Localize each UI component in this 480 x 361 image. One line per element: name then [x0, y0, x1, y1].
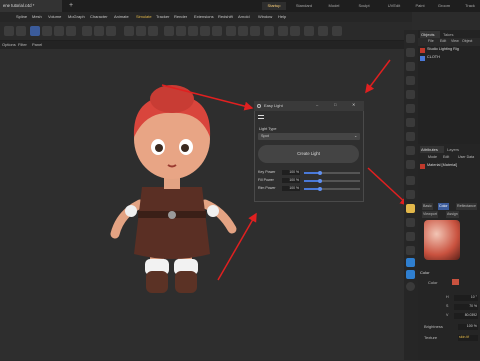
rim-power-label: Rim Power — [258, 186, 276, 190]
tab-takes[interactable]: Takes — [443, 31, 461, 38]
texture-icon[interactable] — [406, 246, 415, 255]
box-select-icon[interactable] — [406, 62, 415, 71]
paint-icon[interactable] — [406, 160, 415, 169]
object-item-cloth[interactable]: CLOTH — [427, 55, 440, 59]
objects-menu-edit[interactable]: Edit — [440, 39, 446, 43]
cloth-icon — [420, 56, 425, 61]
arrow-to-dialog — [161, 84, 254, 111]
key-power-label: Key Power — [258, 170, 276, 174]
key-power-slider-handle[interactable] — [318, 171, 322, 175]
objects-menu-file[interactable]: File — [428, 39, 434, 43]
hsv-label-s: S — [446, 304, 449, 308]
material-name: Material [Material] — [427, 163, 458, 167]
magnet-icon[interactable] — [406, 146, 415, 155]
texture-field[interactable]: skin.tif — [458, 335, 478, 341]
minimize-icon[interactable]: – — [316, 102, 318, 107]
hsv-label-v: V — [446, 313, 449, 317]
tab-objects[interactable]: Objects — [420, 31, 440, 38]
subtab-basic[interactable]: Basic — [422, 203, 433, 210]
subtab-assign[interactable]: Assign — [446, 211, 459, 218]
objects-menu-view[interactable]: View — [451, 39, 459, 43]
cursor-icon[interactable] — [406, 190, 415, 199]
attributes-menu-mode[interactable]: Mode — [428, 155, 437, 159]
light-type-value: Spot — [261, 134, 269, 138]
fill-power-label: Fill Power — [258, 178, 274, 182]
chevron-down-icon: ⌄ — [354, 133, 358, 138]
close-icon[interactable]: ✕ — [352, 102, 355, 107]
hamburger-menu-icon[interactable] — [258, 115, 264, 119]
hsv-value-s[interactable]: 70 % — [454, 304, 478, 310]
light-tool-icon[interactable] — [406, 204, 415, 213]
hsv-value-h[interactable]: 10 ° — [454, 295, 478, 301]
key-power-value[interactable]: 100 % — [282, 170, 300, 175]
rim-power-value[interactable]: 100 % — [282, 186, 300, 191]
arrow-down-alt-icon[interactable] — [406, 270, 415, 279]
material-preview — [424, 220, 460, 260]
tab-attributes[interactable]: Attributes — [420, 146, 444, 153]
hsv-label-h: H — [446, 295, 449, 299]
light-type-label: Light Type — [259, 127, 277, 131]
arrow-to-attributes — [367, 167, 410, 207]
brightness-label: Brightness — [424, 324, 443, 329]
tab-layers[interactable]: Layers — [447, 146, 465, 153]
knife-icon[interactable] — [406, 118, 415, 127]
light-type-select[interactable] — [258, 133, 360, 140]
create-light-button[interactable]: Create Light — [258, 145, 359, 163]
polygon-icon[interactable] — [406, 90, 415, 99]
subtab-viewport[interactable]: Viewport — [422, 211, 438, 218]
text-tool-icon[interactable] — [406, 104, 415, 113]
object-item-rig[interactable]: Studio Lighting Rig — [427, 47, 459, 51]
circle-icon[interactable] — [406, 282, 415, 291]
section-color: Color — [420, 270, 430, 275]
color-label: Color — [428, 280, 438, 285]
fill-power-value[interactable]: 100 % — [282, 178, 300, 183]
texture-label: Texture — [424, 335, 438, 340]
brush-icon[interactable] — [406, 132, 415, 141]
maximize-icon[interactable]: □ — [334, 102, 336, 107]
hsv-value-v[interactable]: 80.0392 — [454, 313, 478, 319]
attributes-menu-edit[interactable]: Edit — [443, 155, 449, 159]
app-icon — [257, 104, 261, 108]
live-select-icon[interactable] — [406, 48, 415, 57]
brightness-value[interactable]: 100 % — [458, 324, 478, 330]
arrow-to-dialog-bottom — [217, 212, 257, 281]
objects-menu-object[interactable]: Object — [462, 39, 472, 43]
rim-power-slider-handle[interactable] — [318, 187, 322, 191]
subtab-color[interactable]: Color — [438, 203, 449, 210]
color-swatch[interactable] — [452, 279, 459, 285]
scale-object-icon[interactable] — [406, 176, 415, 185]
flame-icon[interactable] — [406, 218, 415, 227]
lasso-icon[interactable] — [406, 76, 415, 85]
material-icon — [420, 164, 425, 169]
sculpt-icon[interactable] — [406, 232, 415, 241]
arrow-down-icon[interactable] — [406, 258, 415, 267]
subtab-reflectance[interactable]: Reflectance — [456, 203, 477, 210]
arrow-from-objects — [365, 59, 391, 94]
fill-power-slider-handle[interactable] — [318, 179, 322, 183]
dialog-title: Easy Light — [264, 103, 283, 108]
select-icon[interactable] — [406, 34, 415, 43]
attributes-menu-user-data[interactable]: User Data — [458, 155, 474, 159]
rig-icon — [420, 48, 425, 53]
